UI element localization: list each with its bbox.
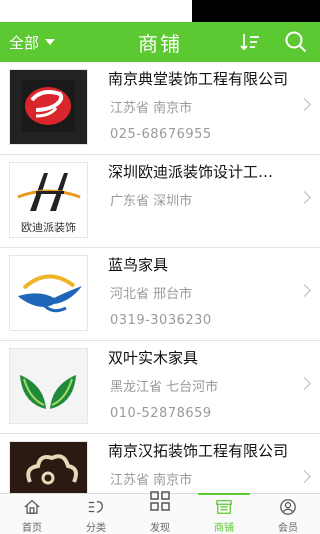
shop-region: 广东省 深圳市 [110, 194, 193, 209]
tab-label: 商铺 [214, 523, 234, 534]
home-icon [24, 499, 40, 514]
shop-name: 深圳欧迪派装饰设计工程有限公司 [108, 163, 288, 181]
shop-logo-image [9, 69, 88, 145]
tab-label: 分类 [86, 523, 106, 534]
shop-list-item[interactable]: 双叶实木家具 黑龙江省 七台河市 010-52878659 [0, 341, 320, 434]
region-filter-label: 全部 [9, 33, 40, 52]
tab-shop[interactable]: 商铺 [192, 493, 256, 534]
search-icon[interactable] [284, 30, 308, 54]
shop-list: 南京典堂装饰工程有限公司 江苏省 南京市 025-68676955 欧迪派装饰 … [0, 62, 320, 493]
grid-icon [150, 491, 170, 511]
category-icon [88, 500, 103, 513]
shop-region: 江苏省 南京市 [110, 473, 193, 488]
tab-category[interactable]: 分类 [64, 494, 128, 534]
tab-discover[interactable]: 发现 [128, 491, 192, 534]
status-bar [0, 0, 320, 22]
tab-label: 发现 [150, 523, 170, 534]
bottom-tab-bar: 首页 分类 发现 商铺 会员 [0, 491, 320, 534]
header-bar: 全部 商铺 [0, 22, 320, 62]
shop-region: 河北省 邢台市 [110, 287, 193, 302]
shop-logo-text: 欧迪派装饰 [21, 221, 76, 234]
tab-member[interactable]: 会员 [256, 494, 320, 534]
tab-home[interactable]: 首页 [0, 494, 64, 534]
shop-list-item[interactable]: 南京汉拓装饰工程有限公司 江苏省 南京市 [0, 434, 320, 493]
shop-icon [216, 500, 232, 514]
shop-name: 南京典堂装饰工程有限公司 [108, 70, 288, 88]
shop-logo-image [9, 255, 88, 331]
status-bar-dark-area [192, 0, 320, 22]
shop-region: 江苏省 南京市 [110, 101, 193, 116]
shop-list-item[interactable]: 南京典堂装饰工程有限公司 江苏省 南京市 025-68676955 [0, 62, 320, 155]
shop-logo-image: 欧迪派装饰 [9, 162, 88, 238]
chevron-right-icon [298, 191, 311, 204]
shop-name: 双叶实木家具 [108, 349, 199, 367]
shop-phone: 025-68676955 [110, 127, 212, 142]
shop-name: 蓝鸟家具 [108, 256, 169, 274]
chevron-right-icon [298, 470, 311, 483]
shop-phone: 010-52878659 [110, 406, 212, 421]
chevron-right-icon [298, 98, 311, 111]
shop-list-item[interactable]: 蓝鸟家具 河北省 邢台市 0319-3036230 [0, 248, 320, 341]
member-icon [280, 499, 296, 515]
sort-icon[interactable] [238, 30, 262, 54]
shop-region: 黑龙江省 七台河市 [110, 380, 219, 395]
shop-phone: 0319-3036230 [110, 313, 212, 328]
shop-logo-image [9, 348, 88, 424]
tab-label: 会员 [278, 523, 298, 534]
chevron-right-icon [298, 284, 311, 297]
region-filter-dropdown[interactable]: 全部 [9, 31, 56, 53]
chevron-right-icon [298, 377, 311, 390]
shop-name: 南京汉拓装饰工程有限公司 [108, 442, 288, 460]
shop-list-item[interactable]: 欧迪派装饰 深圳欧迪派装饰设计工程有限公司 广东省 深圳市 [0, 155, 320, 248]
caret-down-icon [45, 39, 56, 45]
tab-label: 首页 [22, 523, 42, 534]
shop-logo-image [9, 441, 88, 493]
